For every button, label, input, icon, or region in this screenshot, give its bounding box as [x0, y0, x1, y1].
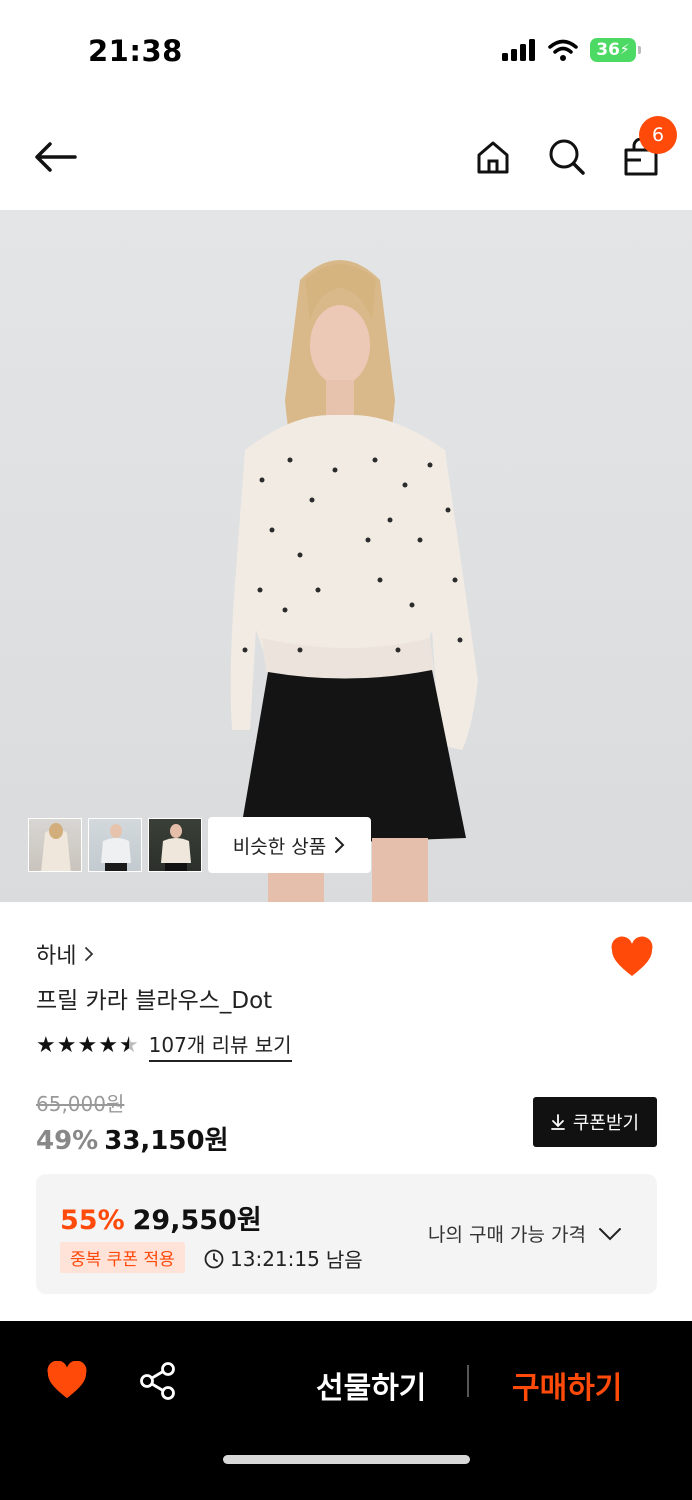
- brand-name: 하네: [36, 944, 77, 969]
- model-photo: [230, 260, 478, 902]
- home-indicator[interactable]: [223, 1455, 470, 1464]
- coupon-label: 쿠폰받기: [572, 1113, 640, 1134]
- bottom-action-bar: 선물하기 구매하기: [0, 1321, 692, 1500]
- brand-link[interactable]: 하네: [36, 938, 94, 970]
- clock-icon: [204, 1249, 224, 1268]
- home-button[interactable]: [469, 133, 517, 181]
- rating-stars: ★ ★ ★ ★ ★: [36, 1033, 139, 1058]
- arrow-left-icon: [35, 142, 77, 172]
- thumbnail-strip: [28, 818, 202, 872]
- chevron-right-icon: [335, 837, 345, 853]
- best-discount-percent: 55%: [60, 1205, 125, 1236]
- battery-icon: 36 ⚡: [590, 38, 641, 62]
- chevron-right-icon: [85, 947, 94, 961]
- download-icon: [550, 1114, 565, 1130]
- star-icon: ★: [77, 1033, 98, 1058]
- heart-icon[interactable]: [610, 936, 654, 980]
- product-image[interactable]: 비슷한 상품: [0, 210, 692, 902]
- share-icon[interactable]: [138, 1361, 178, 1401]
- countdown-suffix: 남음: [325, 1248, 363, 1272]
- sale-price-row: 49% 33,150원: [36, 1120, 229, 1157]
- star-icon: ★: [98, 1033, 118, 1058]
- buy-button[interactable]: 구매하기: [512, 1363, 622, 1407]
- thumbnail[interactable]: [88, 818, 142, 872]
- best-price: 29,550원: [132, 1205, 262, 1236]
- status-time: 21:38: [88, 34, 183, 68]
- back-button[interactable]: [30, 133, 82, 181]
- divider: [467, 1365, 469, 1397]
- similar-products-button[interactable]: 비슷한 상품: [208, 817, 371, 873]
- reviews-link[interactable]: 107개 리뷰 보기: [148, 1029, 292, 1062]
- status-bar: 21:38 36 ⚡: [0, 0, 692, 100]
- half-star-icon: ★: [118, 1033, 139, 1058]
- similar-products-label: 비슷한 상품: [232, 835, 327, 858]
- best-price-row: 55% 29,550원: [60, 1198, 262, 1237]
- search-icon: [549, 139, 585, 175]
- available-price-label: 나의 구매 가능 가격: [428, 1224, 586, 1246]
- home-icon: [477, 141, 509, 174]
- star-icon: ★: [36, 1033, 56, 1058]
- search-button[interactable]: [543, 133, 591, 181]
- cart-count-badge: 6: [639, 116, 677, 154]
- countdown-timer: 13:21:15 남음: [204, 1244, 363, 1273]
- coupon-download-button[interactable]: 쿠폰받기: [533, 1097, 657, 1147]
- star-icon: ★: [56, 1033, 77, 1058]
- duplicate-coupon-badge: 중복 쿠폰 적용: [60, 1242, 185, 1273]
- heart-icon[interactable]: [46, 1361, 88, 1401]
- rating-row: ★ ★ ★ ★ ★ 107개 리뷰 보기: [36, 1029, 292, 1062]
- sale-price: 33,150원: [104, 1126, 229, 1156]
- signal-icon: [502, 39, 535, 61]
- thumbnail[interactable]: [148, 818, 202, 872]
- chevron-down-icon: [598, 1227, 621, 1240]
- best-price-box[interactable]: 55% 29,550원 중복 쿠폰 적용 13:21:15 남음 나의 구매 가…: [36, 1174, 657, 1294]
- available-price-toggle[interactable]: 나의 구매 가능 가격: [428, 1220, 622, 1247]
- battery-level: 36: [596, 40, 620, 60]
- discount-percent: 49%: [36, 1126, 99, 1156]
- thumbnail[interactable]: [28, 818, 82, 872]
- status-icons: 36 ⚡: [502, 38, 641, 62]
- countdown-value: 13:21:15: [230, 1246, 320, 1271]
- product-name: 프릴 카라 블라우스_Dot: [36, 988, 273, 1014]
- wifi-icon: [548, 39, 578, 61]
- original-price: 65,000원: [36, 1092, 125, 1116]
- gift-button[interactable]: 선물하기: [316, 1363, 426, 1407]
- top-nav: 6: [0, 100, 692, 210]
